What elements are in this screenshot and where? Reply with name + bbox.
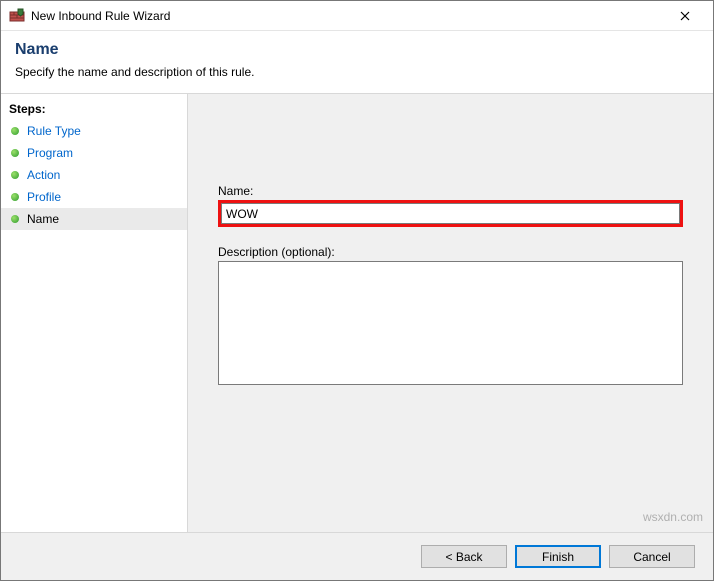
- step-action[interactable]: Action: [1, 164, 187, 186]
- step-profile[interactable]: Profile: [1, 186, 187, 208]
- step-bullet-icon: [11, 193, 19, 201]
- rule-description-input[interactable]: [218, 261, 683, 385]
- step-rule-type[interactable]: Rule Type: [1, 120, 187, 142]
- step-name[interactable]: Name: [1, 208, 187, 230]
- steps-sidebar: Steps: Rule Type Program Action Profile …: [1, 94, 187, 532]
- wizard-header: Name Specify the name and description of…: [1, 31, 713, 94]
- step-bullet-icon: [11, 149, 19, 157]
- description-label: Description (optional):: [218, 245, 683, 259]
- wizard-footer: < Back Finish Cancel: [1, 532, 713, 580]
- step-label: Name: [27, 212, 59, 226]
- step-bullet-icon: [11, 171, 19, 179]
- step-label: Profile: [27, 190, 61, 204]
- page-subtitle: Specify the name and description of this…: [15, 65, 699, 79]
- window-title: New Inbound Rule Wizard: [31, 9, 665, 23]
- close-button[interactable]: [665, 2, 705, 30]
- back-button[interactable]: < Back: [421, 545, 507, 568]
- firewall-app-icon: [9, 8, 25, 24]
- cancel-button[interactable]: Cancel: [609, 545, 695, 568]
- steps-heading: Steps:: [1, 100, 187, 120]
- page-title: Name: [15, 41, 699, 59]
- step-label: Rule Type: [27, 124, 81, 138]
- step-program[interactable]: Program: [1, 142, 187, 164]
- step-bullet-icon: [11, 215, 19, 223]
- step-label: Action: [27, 168, 60, 182]
- step-label: Program: [27, 146, 73, 160]
- main-panel: Name: Description (optional):: [187, 94, 713, 532]
- step-bullet-icon: [11, 127, 19, 135]
- name-label: Name:: [218, 184, 683, 198]
- titlebar: New Inbound Rule Wizard: [1, 1, 713, 31]
- wizard-window: New Inbound Rule Wizard Name Specify the…: [0, 0, 714, 581]
- rule-name-input[interactable]: [221, 203, 680, 224]
- name-highlight-box: [218, 200, 683, 227]
- finish-button[interactable]: Finish: [515, 545, 601, 568]
